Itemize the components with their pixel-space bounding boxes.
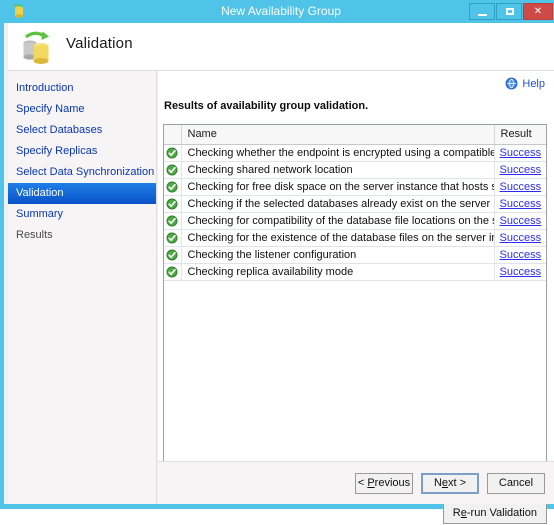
column-header-name[interactable]: Name (181, 125, 495, 145)
result-link[interactable]: Success (500, 181, 542, 193)
dialog-window: New Availability Group ✕ Validation Intr… (0, 0, 554, 524)
rerun-validation-button[interactable]: Re-run Validation (442, 503, 547, 524)
result-link[interactable]: Success (500, 232, 542, 244)
content-pane: Help Results of availability group valid… (158, 71, 554, 524)
validation-result-cell: Success (494, 212, 546, 230)
page-header: Validation (8, 23, 554, 71)
result-link[interactable]: Success (500, 249, 542, 261)
validation-result-cell: Success (494, 178, 546, 196)
table-row[interactable]: Checking for the existence of the databa… (164, 229, 546, 247)
result-link[interactable]: Success (500, 147, 542, 159)
footer-buttons: < Previous Next > Cancel (355, 473, 545, 494)
dialog-footer: < Previous Next > Cancel (158, 461, 554, 504)
table-row[interactable]: Checking replica availability mode Succes… (164, 263, 546, 281)
result-link[interactable]: Success (500, 266, 542, 278)
result-link[interactable]: Success (500, 215, 542, 227)
validation-result-cell: Success (494, 229, 546, 247)
sidebar-item-specify-replicas[interactable]: Specify Replicas (8, 141, 156, 162)
sidebar-item-introduction[interactable]: Introduction (8, 78, 156, 99)
table-row[interactable]: Checking if the selected databases alrea… (164, 195, 546, 213)
sidebar-item-summary[interactable]: Summary (8, 204, 156, 225)
minimize-button[interactable] (469, 3, 495, 20)
validation-check-name: Checking for compatibility of the databa… (181, 212, 495, 230)
validation-result-cell: Success (494, 195, 546, 213)
database-sync-icon (18, 29, 56, 67)
column-header-status[interactable] (164, 125, 182, 145)
rerun-row: Re-run Validation (163, 503, 547, 525)
success-check-icon (164, 195, 182, 213)
cancel-button[interactable]: Cancel (487, 473, 545, 494)
table-row[interactable]: Checking whether the endpoint is encrypt… (164, 144, 546, 162)
success-check-icon (164, 229, 182, 247)
success-check-icon (164, 178, 182, 196)
previous-button[interactable]: < Previous (355, 473, 413, 494)
table-row[interactable]: Checking shared network location Success (164, 161, 546, 179)
validation-result-cell: Success (494, 161, 546, 179)
table-row[interactable]: Checking for free disk space on the serv… (164, 178, 546, 196)
validation-check-name: Checking for the existence of the databa… (181, 229, 495, 247)
sidebar-item-select-data-synchronization[interactable]: Select Data Synchronization (8, 162, 156, 183)
success-check-icon (164, 144, 182, 162)
maximize-button[interactable] (496, 3, 522, 20)
window-controls: ✕ (468, 3, 553, 20)
title-bar: New Availability Group ✕ (4, 0, 554, 23)
result-link[interactable]: Success (500, 198, 542, 210)
success-check-icon (164, 161, 182, 179)
validation-check-name: Checking whether the endpoint is encrypt… (181, 144, 495, 162)
validation-check-name: Checking for free disk space on the serv… (181, 178, 495, 196)
maximize-icon (506, 8, 514, 15)
validation-check-name: Checking replica availability mode (181, 263, 495, 281)
validation-result-cell: Success (494, 144, 546, 162)
column-header-result[interactable]: Result (494, 125, 546, 145)
page-title: Validation (66, 35, 133, 52)
success-check-icon (164, 263, 182, 281)
success-check-icon (164, 212, 182, 230)
help-label: Help (522, 77, 545, 90)
validation-check-name: Checking the listener configuration (181, 246, 495, 264)
help-globe-icon (505, 77, 518, 90)
results-heading: Results of availability group validation… (164, 100, 369, 112)
validation-results-table[interactable]: Name Result Checking whether the endpoin… (163, 124, 547, 499)
success-check-icon (164, 246, 182, 264)
validation-result-cell: Success (494, 263, 546, 281)
table-header-row: Name Result (164, 125, 546, 145)
next-button[interactable]: Next > (421, 473, 479, 494)
wizard-navigation: Introduction Specify Name Select Databas… (8, 71, 157, 504)
result-link[interactable]: Success (500, 164, 542, 176)
validation-check-name: Checking if the selected databases alrea… (181, 195, 495, 213)
validation-result-cell: Success (494, 246, 546, 264)
validation-check-name: Checking shared network location (181, 161, 495, 179)
close-button[interactable]: ✕ (523, 3, 553, 20)
sidebar-item-results[interactable]: Results (8, 225, 156, 246)
minimize-icon (478, 14, 487, 16)
help-link[interactable]: Help (505, 77, 545, 90)
table-row[interactable]: Checking the listener configuration Succe… (164, 246, 546, 264)
sidebar-item-validation[interactable]: Validation (8, 183, 156, 204)
table-row[interactable]: Checking for compatibility of the databa… (164, 212, 546, 230)
sidebar-item-specify-name[interactable]: Specify Name (8, 99, 156, 120)
sidebar-item-select-databases[interactable]: Select Databases (8, 120, 156, 141)
